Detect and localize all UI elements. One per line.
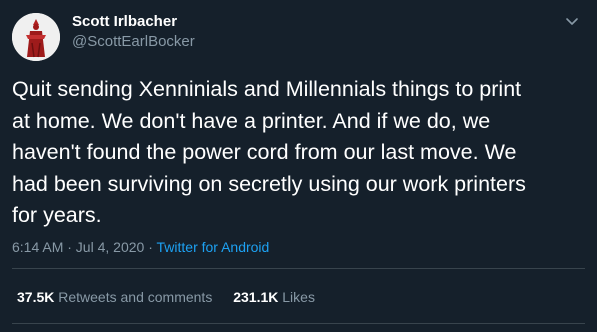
retweets-count: 37.5K — [17, 289, 55, 305]
divider — [12, 268, 585, 269]
user-handle[interactable]: @ScottEarlBocker — [72, 33, 195, 51]
tweet-meta: 6:14 AM · Jul 4, 2020 · Twitter for Andr… — [12, 237, 269, 257]
display-name[interactable]: Scott Irlbacher — [72, 13, 177, 31]
likes-count: 231.1K — [233, 289, 279, 305]
tweet-source-link[interactable]: Twitter for Android — [157, 239, 270, 255]
chevron-down-icon[interactable] — [563, 12, 581, 30]
likes-label: Likes — [282, 289, 315, 305]
likes-stat[interactable]: 231.1K Likes — [233, 287, 315, 307]
retweets-stat[interactable]: 37.5K Retweets and comments — [17, 287, 212, 307]
tweet-stats: 37.5K Retweets and comments 231.1K Likes — [17, 287, 332, 307]
avatar-image — [12, 13, 60, 61]
avatar[interactable] — [12, 13, 60, 61]
retweets-label: Retweets and comments — [58, 289, 213, 305]
tweet-timestamp[interactable]: 6:14 AM · Jul 4, 2020 · — [12, 239, 157, 255]
tweet-card: Scott Irlbacher @ScottEarlBocker Quit se… — [0, 0, 597, 332]
divider — [12, 323, 585, 324]
tweet-text: Quit sending Xenninials and Millennials … — [12, 77, 526, 227]
